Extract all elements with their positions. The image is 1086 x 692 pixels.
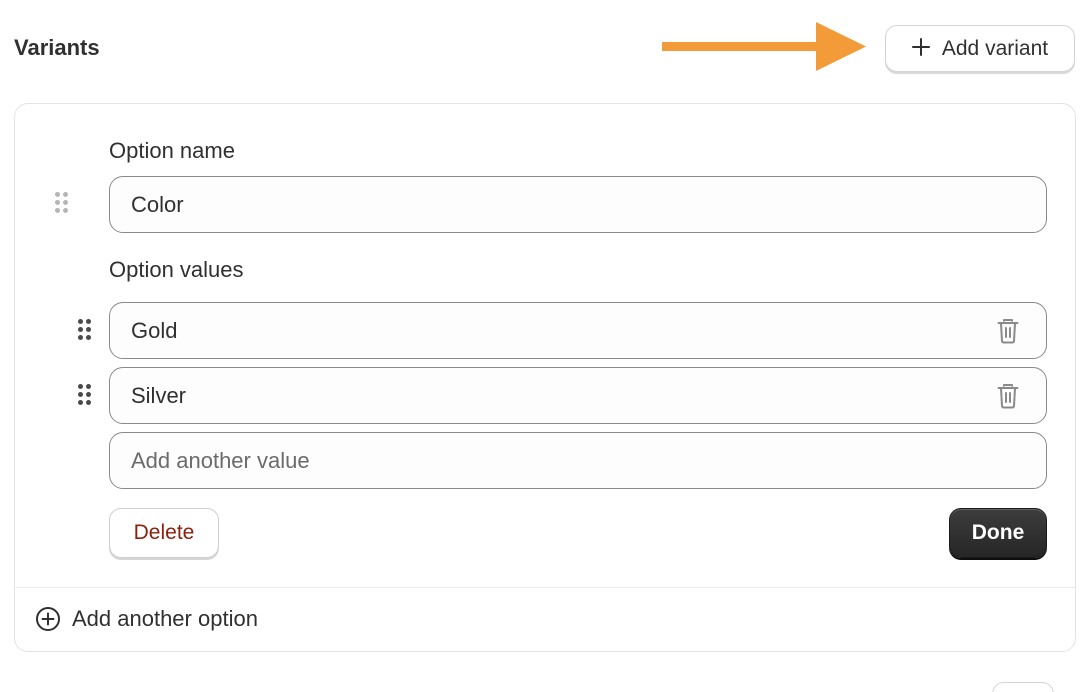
add-value-placeholder: Add another value bbox=[131, 447, 310, 473]
annotation-arrow bbox=[662, 22, 866, 71]
partial-button[interactable] bbox=[992, 682, 1054, 692]
trash-icon[interactable] bbox=[995, 317, 1021, 345]
circle-plus-icon bbox=[36, 607, 60, 631]
add-variant-button[interactable]: Add variant bbox=[885, 25, 1075, 72]
divider bbox=[15, 587, 1075, 588]
option-card: Option name Color Option values Gold Sil… bbox=[14, 103, 1076, 652]
option-value-input[interactable]: Gold bbox=[109, 302, 1047, 359]
delete-button[interactable]: Delete bbox=[109, 508, 219, 558]
variants-page: Variants Add variant Option name Color O… bbox=[0, 0, 1086, 692]
option-values-label: Option values bbox=[109, 257, 244, 282]
option-name-value: Color bbox=[131, 191, 184, 217]
option-value-text: Silver bbox=[131, 382, 187, 408]
section-title: Variants bbox=[14, 35, 100, 60]
option-value-text: Gold bbox=[131, 317, 178, 343]
option-name-label: Option name bbox=[109, 138, 235, 163]
add-variant-label: Add variant bbox=[941, 36, 1049, 60]
trash-icon[interactable] bbox=[995, 382, 1021, 410]
option-drag-handle-icon[interactable] bbox=[53, 192, 71, 218]
add-value-input[interactable]: Add another value bbox=[109, 432, 1047, 489]
option-name-input[interactable]: Color bbox=[109, 176, 1047, 233]
plus-icon bbox=[911, 38, 930, 56]
option-value-input[interactable]: Silver bbox=[109, 367, 1047, 424]
done-button[interactable]: Done bbox=[949, 508, 1047, 558]
value-drag-handle-icon[interactable] bbox=[76, 384, 94, 410]
value-drag-handle-icon[interactable] bbox=[76, 319, 94, 345]
add-another-option-label: Add another option bbox=[72, 606, 258, 631]
add-another-option-button[interactable]: Add another option bbox=[35, 606, 258, 632]
